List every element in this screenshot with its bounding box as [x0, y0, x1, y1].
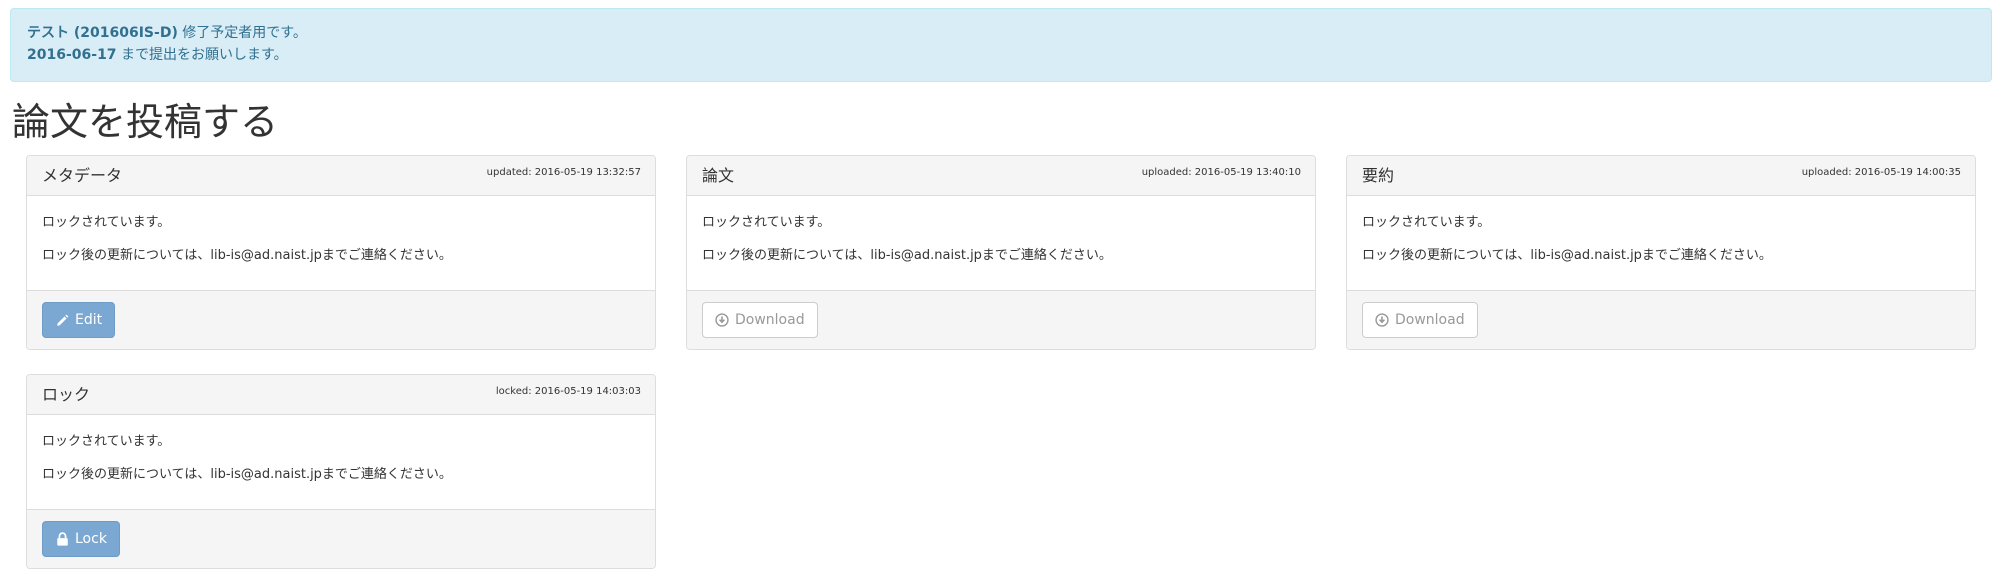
contact-note-text: ロック後の更新については、lib-is@ad.naist.jpまでご連絡ください…	[42, 248, 452, 263]
panel-timestamp: locked: 2016-05-19 14:03:03	[495, 386, 641, 397]
lock-button-label: Lock	[75, 531, 107, 547]
alert-course-text: 修了予定者用です。	[177, 25, 307, 41]
page-title: 論文を投稿する	[12, 100, 279, 144]
lock-status-text: ロックされています。	[702, 215, 831, 230]
lock-panel: ロック locked: 2016-05-19 14:03:03 ロックされていま…	[26, 374, 656, 569]
panel-title: メタデータ	[42, 166, 123, 185]
abstract-download-button[interactable]: Download	[1362, 302, 1478, 338]
alert-deadline-date: 2016-06-17	[27, 47, 117, 63]
thesis-download-button[interactable]: Download	[702, 302, 818, 338]
edit-button[interactable]: Edit	[42, 302, 116, 338]
contact-note-text: ロック後の更新については、lib-is@ad.naist.jpまでご連絡ください…	[42, 467, 452, 482]
panel-heading: ロック locked: 2016-05-19 14:03:03	[27, 375, 655, 415]
alert-test-id: テスト (201606IS-D)	[27, 25, 178, 41]
panel-title: 論文	[702, 166, 735, 185]
edit-button-label: Edit	[75, 312, 103, 328]
panel-footer: Download	[1347, 290, 1975, 349]
contact-note-text: ロック後の更新については、lib-is@ad.naist.jpまでご連絡ください…	[702, 248, 1112, 263]
panel-footer: Edit	[27, 290, 655, 349]
panel-body: ロックされています。 ロック後の更新については、lib-is@ad.naist.…	[27, 415, 655, 509]
lock-status-text: ロックされています。	[1362, 215, 1491, 230]
panel-title: ロック	[42, 385, 91, 404]
panel-timestamp: uploaded: 2016-05-19 14:00:35	[1801, 167, 1961, 178]
panel-body: ロックされています。 ロック後の更新については、lib-is@ad.naist.…	[1347, 196, 1975, 290]
metadata-panel: メタデータ updated: 2016-05-19 13:32:57 ロックされ…	[26, 155, 656, 350]
panel-footer: Lock	[27, 509, 655, 568]
lock-icon	[55, 532, 69, 546]
download-circle-icon	[715, 313, 729, 327]
panel-heading: 要約 uploaded: 2016-05-19 14:00:35	[1347, 156, 1975, 196]
contact-note-text: ロック後の更新については、lib-is@ad.naist.jpまでご連絡ください…	[1362, 248, 1772, 263]
lock-button[interactable]: Lock	[42, 521, 120, 557]
panel-heading: 論文 uploaded: 2016-05-19 13:40:10	[687, 156, 1315, 196]
alert-line-deadline: 2016-06-17 まで提出をお願いします。	[27, 44, 1975, 66]
panel-timestamp: uploaded: 2016-05-19 13:40:10	[1141, 167, 1301, 178]
panel-title: 要約	[1362, 166, 1395, 185]
alert-deadline-text: まで提出をお願いします。	[116, 47, 288, 63]
pencil-icon	[55, 313, 69, 327]
download-button-label: Download	[735, 312, 805, 328]
panel-body: ロックされています。 ロック後の更新については、lib-is@ad.naist.…	[27, 196, 655, 290]
panel-timestamp: updated: 2016-05-19 13:32:57	[486, 167, 641, 178]
info-alert: テスト (201606IS-D) 修了予定者用です。 2016-06-17 まで…	[10, 8, 1992, 82]
download-circle-icon	[1375, 313, 1389, 327]
lock-status-text: ロックされています。	[42, 215, 171, 230]
lock-status-text: ロックされています。	[42, 434, 171, 449]
download-button-label: Download	[1395, 312, 1465, 328]
abstract-panel: 要約 uploaded: 2016-05-19 14:00:35 ロックされてい…	[1346, 155, 1976, 350]
panel-body: ロックされています。 ロック後の更新については、lib-is@ad.naist.…	[687, 196, 1315, 290]
panel-heading: メタデータ updated: 2016-05-19 13:32:57	[27, 156, 655, 196]
alert-line-course: テスト (201606IS-D) 修了予定者用です。	[27, 22, 1975, 44]
panel-footer: Download	[687, 290, 1315, 349]
thesis-panel: 論文 uploaded: 2016-05-19 13:40:10 ロックされてい…	[686, 155, 1316, 350]
